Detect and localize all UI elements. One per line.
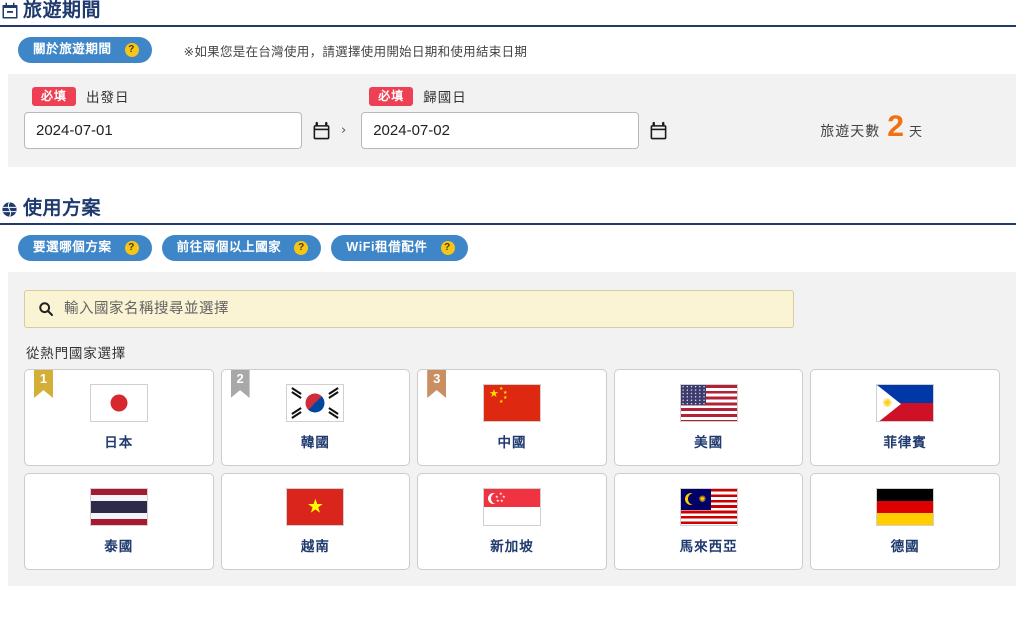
flag-philippines-icon: ✺: [876, 384, 935, 422]
departure-label-row: 必填 出發日: [24, 86, 347, 106]
popular-countries-grid: 1 日本 2 韓國 3 ★ ★ ★ ★ ★ 中國 美國 ✺ 菲律賓 泰國 ★ 越…: [24, 369, 1000, 570]
flag-singapore-icon: ★ ★ ★ ★ ★: [482, 488, 541, 526]
usage-plan-section: 使用方案 要選哪個方案 ? 前往兩個以上國家 ? WiFi租借配件 ? 從熱門國…: [0, 198, 1024, 586]
usage-plan-help-row: 要選哪個方案 ? 前往兩個以上國家 ? WiFi租借配件 ?: [0, 225, 1024, 261]
return-label-row: 必填 歸國日: [361, 86, 668, 106]
return-date-group: 必填 歸國日: [361, 86, 668, 149]
country-card-philippines[interactable]: ✺ 菲律賓: [810, 369, 1000, 466]
country-name: 越南: [300, 539, 330, 554]
flag-china-icon: ★ ★ ★ ★ ★: [482, 384, 541, 422]
travel-period-heading: 旅遊期間: [0, 0, 1016, 27]
country-card-vietnam[interactable]: ★ 越南: [220, 473, 411, 570]
travel-days-display: 旅遊天數 2 天: [820, 112, 922, 149]
departure-calendar-icon[interactable]: [311, 120, 331, 141]
calendar-minus-icon: [0, 2, 19, 21]
about-travel-period-label: 關於旅遊期間: [33, 42, 112, 56]
which-plan-button[interactable]: 要選哪個方案 ?: [18, 235, 152, 261]
return-input-row: [361, 112, 668, 149]
travel-days-count: 2: [887, 110, 904, 143]
flag-japan-icon: [89, 384, 148, 422]
country-card-singapore[interactable]: ★ ★ ★ ★ ★ 新加坡: [417, 473, 607, 570]
return-date-input[interactable]: [361, 112, 640, 149]
country-card-malaysia[interactable]: ✺ 馬來西亞: [613, 473, 804, 570]
departure-required-badge: 必填: [32, 86, 77, 106]
rank-ribbon: 3: [427, 370, 447, 398]
date-panel: 必填 出發日 › 必填 歸國日: [8, 74, 1016, 167]
country-name: 泰國: [104, 539, 134, 554]
which-plan-label: 要選哪個方案: [33, 240, 112, 254]
return-label: 歸國日: [423, 90, 467, 105]
flag-korea-icon: [286, 384, 345, 422]
date-range-separator: ›: [341, 123, 347, 138]
departure-date-input[interactable]: [24, 112, 302, 149]
country-search-input[interactable]: [24, 290, 794, 328]
travel-days-label: 旅遊天數: [820, 123, 881, 139]
flag-malaysia-icon: ✺: [679, 488, 738, 526]
country-card-thailand[interactable]: 泰國: [24, 473, 214, 570]
country-name: 馬來西亞: [679, 539, 738, 554]
return-required-badge: 必填: [369, 86, 414, 106]
departure-label: 出發日: [86, 90, 130, 105]
help-icon: ?: [440, 240, 455, 255]
usage-plan-heading: 使用方案: [0, 198, 1016, 225]
country-name: 德國: [890, 539, 920, 554]
usage-plan-title: 使用方案: [23, 198, 102, 219]
travel-days-unit: 天: [908, 124, 922, 139]
country-name: 美國: [694, 435, 724, 450]
flag-germany-icon: [876, 488, 935, 526]
wifi-accessories-button[interactable]: WiFi租借配件 ?: [331, 235, 468, 261]
country-search-wrap: [24, 290, 794, 328]
country-card-usa[interactable]: 美國: [613, 369, 804, 466]
about-travel-period-button[interactable]: 關於旅遊期間 ?: [18, 37, 152, 63]
help-icon: ?: [124, 42, 139, 57]
travel-period-notice: ※如果您是在台灣使用，請選擇使用開始日期和使用結束日期: [183, 44, 528, 59]
travel-period-help-row: 關於旅遊期間 ? ※如果您是在台灣使用，請選擇使用開始日期和使用結束日期: [0, 27, 1024, 63]
country-name: 菲律賓: [883, 435, 927, 450]
help-icon: ?: [294, 240, 309, 255]
popular-countries-label: 從熱門國家選擇: [26, 346, 127, 361]
rank-ribbon: 1: [34, 370, 53, 398]
country-name: 新加坡: [490, 539, 534, 554]
multi-country-label: 前往兩個以上國家: [176, 240, 282, 254]
globe-icon: [0, 200, 19, 219]
help-icon: ?: [124, 240, 139, 255]
departure-date-group: 必填 出發日 ›: [24, 86, 347, 149]
country-selection-panel: 從熱門國家選擇 1 日本 2: [8, 272, 1016, 586]
country-name: 韓國: [300, 435, 330, 450]
country-name: 中國: [497, 435, 527, 450]
country-card-china[interactable]: 3 ★ ★ ★ ★ ★ 中國: [417, 369, 607, 466]
travel-period-title: 旅遊期間: [23, 0, 102, 21]
rank-ribbon: 2: [230, 370, 250, 398]
country-card-germany[interactable]: 德國: [810, 473, 1000, 570]
multi-country-button[interactable]: 前往兩個以上國家 ?: [161, 235, 322, 261]
flag-vietnam-icon: ★: [286, 488, 345, 526]
country-card-japan[interactable]: 1 日本: [24, 369, 214, 466]
flag-thailand-icon: [89, 488, 148, 526]
country-card-korea[interactable]: 2 韓國: [220, 369, 411, 466]
departure-input-row: ›: [24, 112, 347, 149]
flag-usa-icon: [679, 384, 738, 422]
wifi-accessories-label: WiFi租借配件: [346, 240, 428, 254]
country-name: 日本: [104, 435, 134, 450]
return-calendar-icon[interactable]: [648, 120, 668, 141]
travel-period-section: 旅遊期間 關於旅遊期間 ? ※如果您是在台灣使用，請選擇使用開始日期和使用結束日…: [0, 0, 1024, 167]
